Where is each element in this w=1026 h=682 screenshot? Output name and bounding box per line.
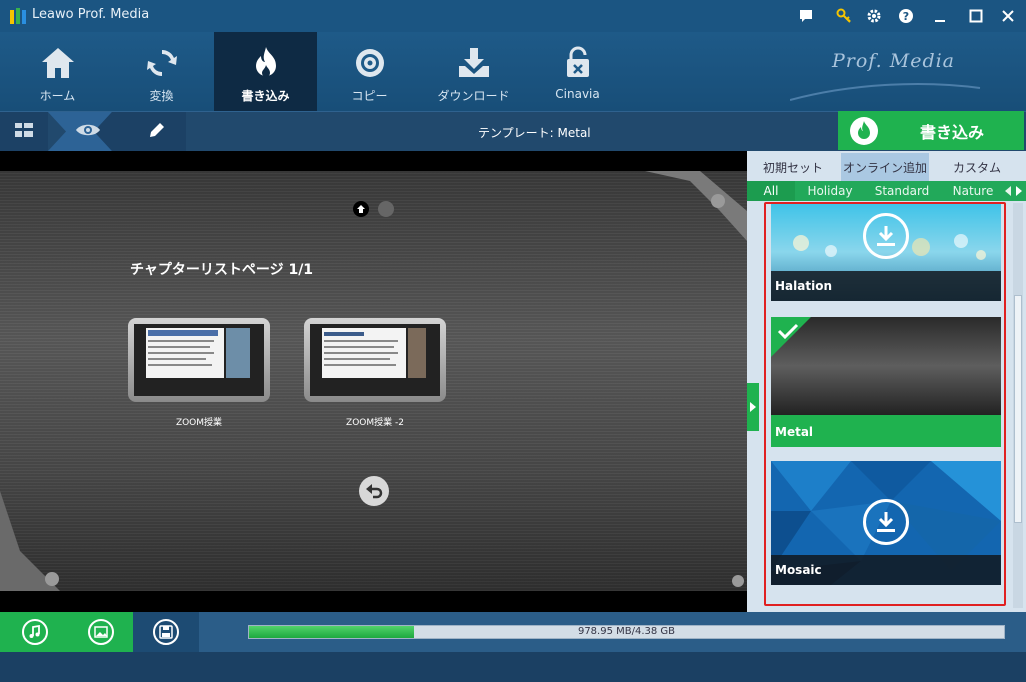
pencil-icon — [148, 121, 166, 143]
app-logo-icon — [9, 7, 27, 25]
image-button[interactable] — [88, 619, 114, 645]
chapter-thumb-1-label: ZOOM授業 — [175, 418, 223, 428]
nav-cinavia[interactable]: Cinavia — [526, 32, 629, 111]
copy-icon — [350, 44, 390, 82]
help-icon[interactable]: ? — [896, 6, 916, 26]
category-prev-arrow-icon[interactable] — [1003, 181, 1013, 201]
layout-toggle[interactable] — [0, 112, 48, 151]
image-icon — [94, 626, 108, 638]
download-circle-icon[interactable] — [863, 499, 909, 545]
home-dot-icon — [357, 205, 365, 213]
burn-button[interactable]: 書き込み — [838, 111, 1024, 150]
status-bar — [0, 652, 1026, 682]
template-name: Mosaic — [771, 555, 1001, 585]
tab-preset[interactable]: 初期セット — [749, 153, 837, 181]
svg-text:?: ? — [903, 10, 909, 23]
download-icon — [454, 44, 494, 82]
chapter-title: チャプターリストページ 1/1 — [130, 262, 314, 278]
grid-icon — [15, 122, 33, 141]
burn-button-label: 書き込み — [920, 122, 985, 142]
template-name: Halation — [771, 271, 1001, 301]
chapter-thumb-image — [134, 324, 264, 396]
template-card-metal[interactable]: Metal — [771, 317, 1001, 447]
template-panel: 初期セット オンライン追加 カスタム All Holiday Standard … — [747, 151, 1026, 612]
convert-icon — [142, 44, 182, 82]
metal-preview-image — [771, 317, 1001, 415]
panel-tabs: 初期セット オンライン追加 カスタム — [747, 153, 1026, 181]
page-dot-2[interactable] — [378, 201, 394, 217]
close-icon[interactable] — [998, 6, 1018, 26]
download-circle-icon[interactable] — [863, 213, 909, 259]
category-all[interactable]: All — [747, 181, 795, 201]
nav-burn[interactable]: 書き込み — [214, 32, 317, 111]
nav-copy[interactable]: コピー — [318, 32, 421, 111]
disc-capacity-bar: 978.95 MB/4.38 GB — [248, 625, 1005, 639]
category-bar: All Holiday Standard Nature — [747, 181, 1026, 201]
collapse-panel-button[interactable] — [747, 383, 759, 431]
chapter-thumb-1[interactable] — [128, 318, 270, 402]
eye-icon — [75, 122, 101, 142]
nav-cinavia-label: Cinavia — [555, 87, 600, 101]
template-scrollbar[interactable] — [1013, 203, 1023, 608]
template-list: Halation Metal Mosaic — [767, 203, 1007, 608]
gear-icon[interactable] — [864, 6, 884, 26]
save-area — [133, 612, 199, 652]
chapter-thumb-2-label: ZOOM授業 -2 — [346, 418, 404, 428]
nav-download[interactable]: ダウンロード — [422, 32, 525, 111]
tab-online[interactable]: オンライン追加 — [841, 153, 929, 181]
chat-icon[interactable] — [796, 6, 816, 26]
nav-convert[interactable]: 変換 — [110, 32, 213, 111]
nav-convert-label: 変換 — [149, 89, 174, 103]
page-home-dot[interactable] — [353, 201, 369, 217]
cinavia-icon — [558, 44, 598, 82]
nav-copy-label: コピー — [351, 89, 388, 103]
nav-burn-label: 書き込み — [241, 89, 290, 103]
minimize-icon[interactable] — [930, 6, 950, 26]
template-name: Metal — [771, 415, 1001, 447]
template-card-mosaic[interactable]: Mosaic — [771, 461, 1001, 585]
save-button[interactable] — [153, 619, 179, 645]
category-holiday[interactable]: Holiday — [799, 181, 861, 201]
brand-logo-text: Prof. Media — [832, 50, 956, 72]
preview-button[interactable] — [70, 112, 106, 151]
maximize-icon[interactable] — [966, 6, 986, 26]
menu-preview: チャプターリストページ 1/1 ZOOM授業 ZOOM授業 -2 — [0, 151, 747, 612]
metal-menu-stage: チャプターリストページ 1/1 ZOOM授業 ZOOM授業 -2 — [0, 171, 747, 591]
music-button[interactable] — [22, 619, 48, 645]
burn-flame-icon — [850, 116, 878, 145]
title-bar: Leawo Prof. Media ? — [0, 0, 1026, 32]
category-nature[interactable]: Nature — [945, 181, 1001, 201]
chevron-right-icon — [750, 402, 756, 412]
back-arrow-icon — [366, 484, 383, 499]
capacity-text: 978.95 MB/4.38 GB — [577, 626, 676, 637]
chapter-thumb-image — [310, 324, 440, 396]
nav-home[interactable]: ホーム — [6, 32, 109, 111]
window-title: Leawo Prof. Media — [32, 7, 150, 22]
nav-download-label: ダウンロード — [437, 89, 510, 103]
category-next-arrow-icon[interactable] — [1014, 181, 1024, 201]
music-note-icon — [29, 625, 40, 638]
template-card-halation[interactable]: Halation — [771, 203, 1001, 301]
scrollbar-thumb[interactable] — [1014, 295, 1022, 523]
back-button[interactable] — [359, 476, 389, 506]
app-window: Leawo Prof. Media ? ホーム 変換 書き込み コピー ダウンロ… — [0, 0, 1026, 682]
chapter-thumb-2[interactable] — [304, 318, 446, 402]
key-icon[interactable] — [834, 6, 854, 26]
nav-home-label: ホーム — [39, 89, 76, 103]
burn-icon — [246, 44, 286, 82]
edit-button[interactable] — [140, 112, 174, 151]
tab-custom[interactable]: カスタム — [933, 153, 1021, 181]
category-standard[interactable]: Standard — [867, 181, 937, 201]
floppy-icon — [159, 625, 173, 639]
media-buttons — [0, 612, 133, 652]
home-icon — [38, 44, 78, 82]
template-label: テンプレート: Metal — [478, 126, 591, 140]
